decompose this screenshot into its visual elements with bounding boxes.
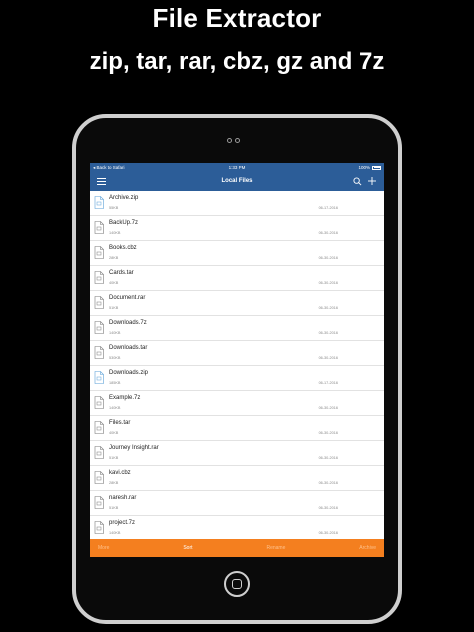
file-size: 140KB xyxy=(109,406,121,410)
archive-file-icon xyxy=(94,446,104,459)
file-name: BackUp.7z xyxy=(109,220,139,226)
file-date: 06-30-2016 xyxy=(318,506,338,510)
file-row[interactable]: Archive.zip 55KB 06-17-2016 xyxy=(90,191,384,216)
archive-file-icon xyxy=(94,271,104,284)
file-name: Cards.tar xyxy=(109,270,134,276)
file-name: Document.rar xyxy=(109,295,146,301)
file-name: Books.cbz xyxy=(109,245,137,251)
promo-title: File Extractor xyxy=(152,3,322,33)
sort-button[interactable]: Sort xyxy=(183,545,192,551)
page-title: Local Files xyxy=(221,178,253,184)
file-name: Archive.zip xyxy=(109,195,139,201)
zip-file-icon xyxy=(94,371,104,384)
file-row[interactable]: Files.tar 40KB 06-30-2016 xyxy=(90,416,384,441)
file-list: Archive.zip 55KB 06-17-2016 BackUp.7z 140KB 0… xyxy=(90,191,384,539)
file-date: 06-30-2016 xyxy=(318,331,338,335)
file-size: 28KB xyxy=(109,481,119,485)
file-date: 06-30-2016 xyxy=(318,281,338,285)
app-screen: ◂ Back to Safari 1:33 PM 100% Local File… xyxy=(90,163,384,557)
archive-file-icon xyxy=(94,496,104,509)
file-size: 140KB xyxy=(109,331,121,335)
file-size: 40KB xyxy=(109,431,119,435)
file-date: 06-30-2016 xyxy=(318,406,338,410)
file-row[interactable]: Cards.tar 40KB 06-30-2016 xyxy=(90,266,384,291)
plus-icon[interactable] xyxy=(367,176,377,186)
file-name: Downloads.tar xyxy=(109,345,148,351)
battery-percent: 100% xyxy=(358,165,370,170)
sensor-icon xyxy=(235,138,240,143)
file-row[interactable]: Journey Insight.rar 51KB 06-30-2016 xyxy=(90,441,384,466)
archive-file-icon xyxy=(94,296,104,309)
file-name: kavi.cbz xyxy=(109,470,131,476)
file-size: 51KB xyxy=(109,506,119,510)
archive-file-icon xyxy=(94,246,104,259)
file-date: 06-30-2016 xyxy=(318,356,338,360)
file-name: naresh.rar xyxy=(109,495,137,501)
file-date: 06-30-2016 xyxy=(318,231,338,235)
file-name: project.7z xyxy=(109,520,136,526)
file-date: 06-30-2016 xyxy=(318,456,338,460)
file-size: 55KB xyxy=(109,206,119,210)
status-time: 1:33 PM xyxy=(228,165,246,170)
home-button[interactable] xyxy=(224,571,250,597)
file-size: 140KB xyxy=(109,531,121,535)
search-icon[interactable] xyxy=(353,177,362,186)
archive-file-icon xyxy=(94,221,104,234)
file-date: 06-30-2016 xyxy=(318,256,338,260)
file-date: 06-17-2016 xyxy=(318,381,338,385)
file-row[interactable]: project.7z 140KB 06-30-2016 xyxy=(90,516,384,539)
file-name: Example.7z xyxy=(109,395,141,401)
status-battery: 100% xyxy=(358,163,381,172)
file-date: 06-30-2016 xyxy=(318,431,338,435)
file-row[interactable]: Downloads.tar 530KB 06-30-2016 xyxy=(90,341,384,366)
battery-icon xyxy=(372,165,381,170)
archive-file-icon xyxy=(94,346,104,359)
camera-icon xyxy=(227,138,232,143)
archive-button[interactable]: Archive xyxy=(359,545,376,551)
more-button[interactable]: More xyxy=(98,545,109,551)
archive-file-icon xyxy=(94,321,104,334)
bottom-toolbar: More Sort Rename Archive xyxy=(90,539,384,557)
file-size: 530KB xyxy=(109,356,121,360)
file-row[interactable]: Downloads.7z 140KB 06-30-2016 xyxy=(90,316,384,341)
promo-subtitle: zip, tar, rar, cbz, gz and 7z xyxy=(89,48,385,75)
file-row[interactable]: Downloads.zip 185KB 06-17-2016 xyxy=(90,366,384,391)
file-name: Journey Insight.rar xyxy=(109,445,159,451)
file-row[interactable]: Books.cbz 28KB 06-30-2016 xyxy=(90,241,384,266)
file-row[interactable]: kavi.cbz 28KB 06-30-2016 xyxy=(90,466,384,491)
file-date: 06-30-2016 xyxy=(318,531,338,535)
file-row[interactable]: Example.7z 140KB 06-30-2016 xyxy=(90,391,384,416)
archive-file-icon xyxy=(94,521,104,534)
status-bar: ◂ Back to Safari 1:33 PM 100% xyxy=(90,163,384,172)
file-name: Files.tar xyxy=(109,420,131,426)
nav-bar: Local Files xyxy=(90,172,384,191)
archive-file-icon xyxy=(94,421,104,434)
file-size: 51KB xyxy=(109,456,119,460)
file-date: 06-17-2016 xyxy=(318,206,338,210)
file-row[interactable]: Document.rar 51KB 06-30-2016 xyxy=(90,291,384,316)
file-name: Downloads.zip xyxy=(109,370,149,376)
archive-file-icon xyxy=(94,396,104,409)
file-size: 40KB xyxy=(109,281,119,285)
file-row[interactable]: BackUp.7z 140KB 06-30-2016 xyxy=(90,216,384,241)
file-size: 185KB xyxy=(109,381,121,385)
archive-file-icon xyxy=(94,471,104,484)
file-row[interactable]: naresh.rar 51KB 06-30-2016 xyxy=(90,491,384,516)
file-name: Downloads.7z xyxy=(109,320,147,326)
file-size: 28KB xyxy=(109,256,119,260)
file-date: 06-30-2016 xyxy=(318,306,338,310)
file-size: 140KB xyxy=(109,231,121,235)
file-size: 51KB xyxy=(109,306,119,310)
zip-file-icon xyxy=(94,196,104,209)
file-date: 06-30-2016 xyxy=(318,481,338,485)
rename-button[interactable]: Rename xyxy=(266,545,285,551)
